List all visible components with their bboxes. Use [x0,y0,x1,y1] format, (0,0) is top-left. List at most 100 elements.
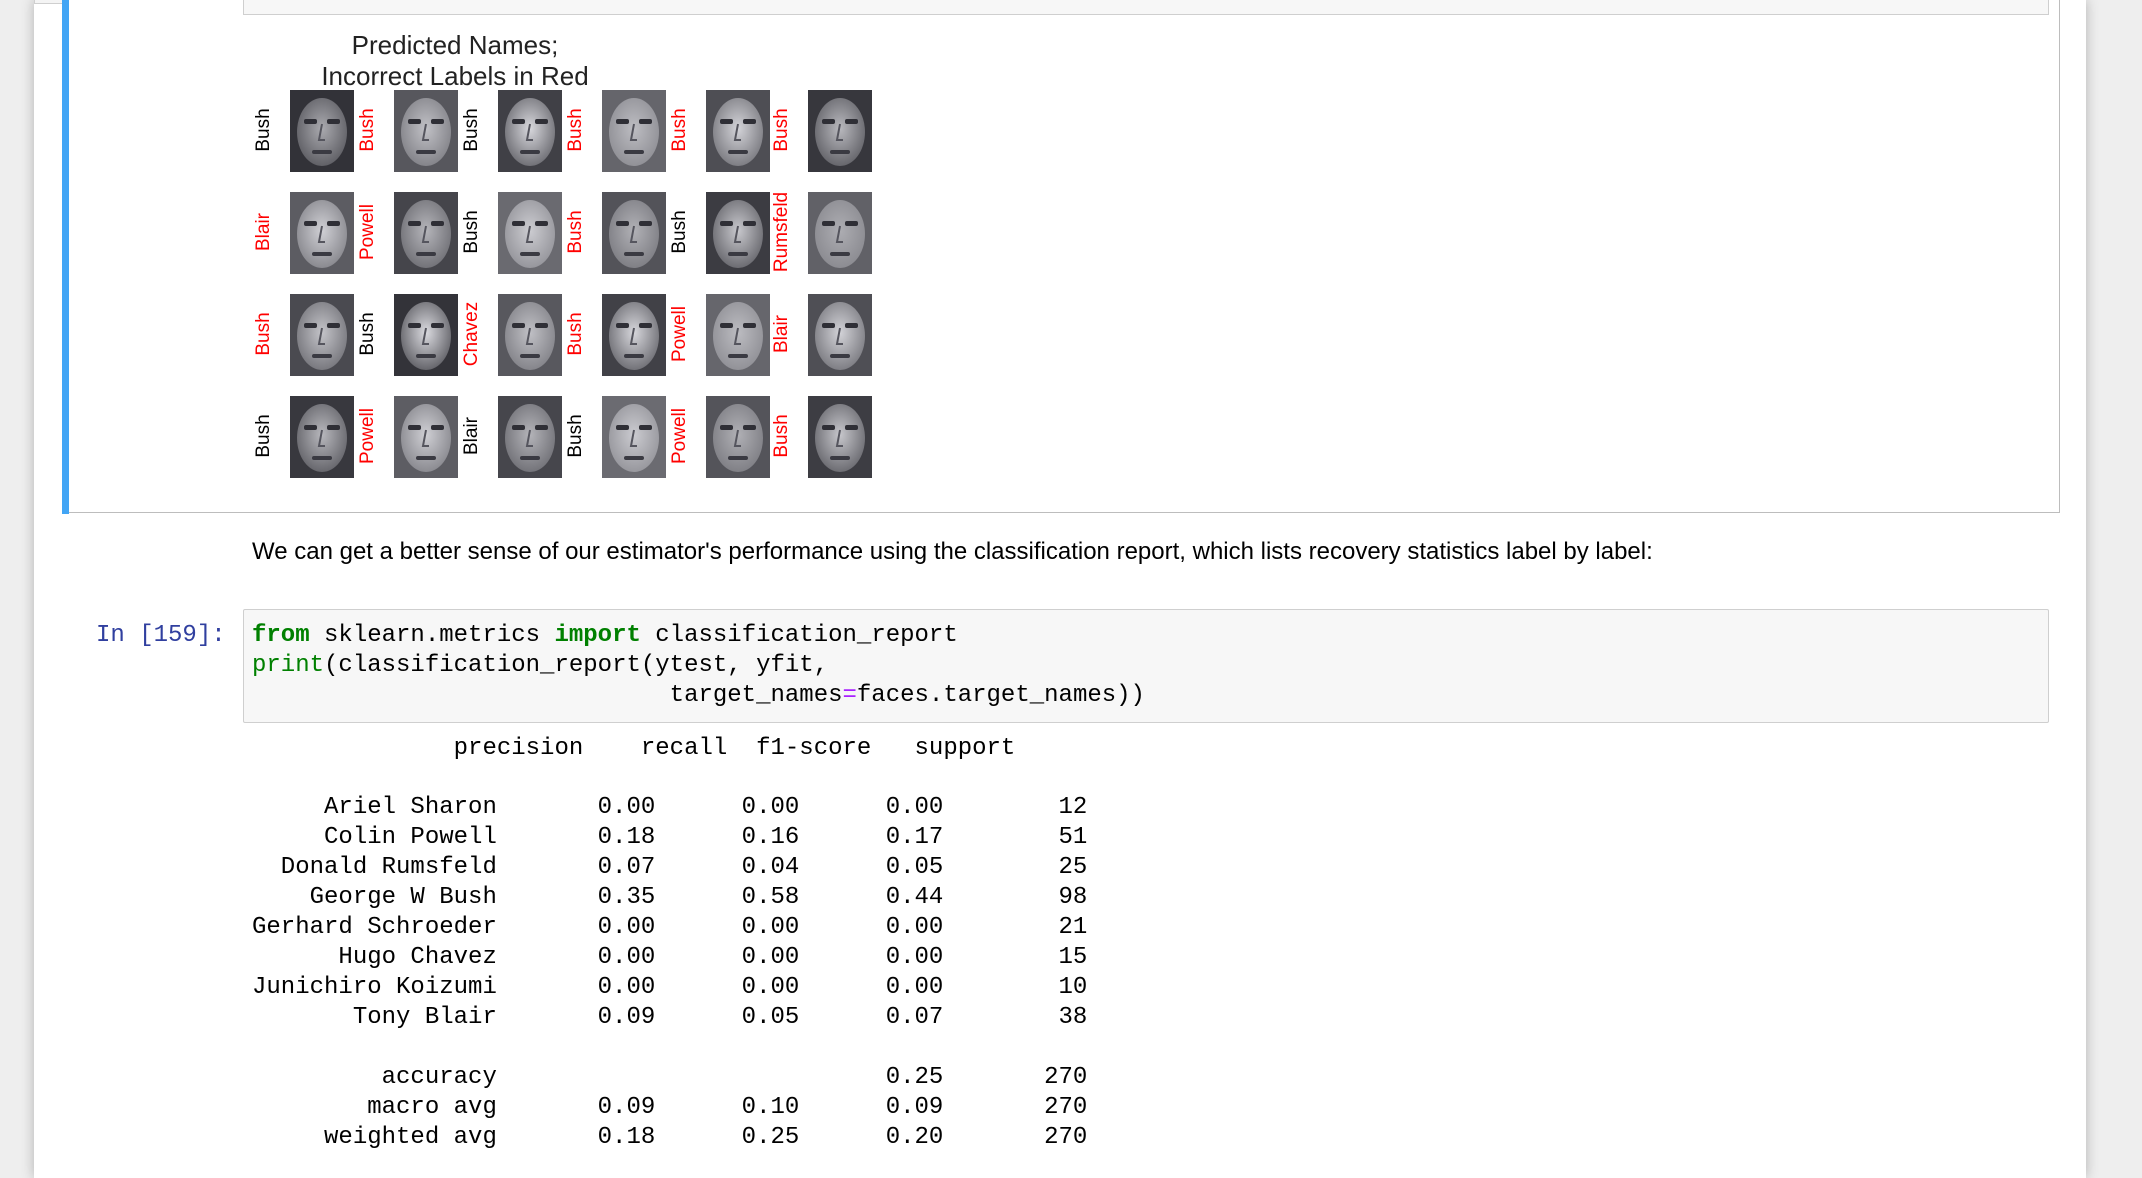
markdown-text: We can get a better sense of our estimat… [252,538,1653,565]
cell-selection-indicator [62,0,69,514]
face-label-text: Powell [669,306,690,362]
face-image [602,192,666,274]
face-image [706,192,770,274]
face-label-text: Bush [253,312,274,356]
face-label: Bush [244,284,284,384]
face-image [290,294,354,376]
face-label-text: Blair [253,212,274,252]
face-label: Bush [348,284,388,384]
code-line-2: print(classification_report(ytest, yfit, [252,652,828,679]
face-label: Bush [762,386,802,486]
face-label-text: Bush [669,210,690,254]
face-label: Bush [660,80,700,180]
face-image [602,396,666,478]
cell-prompt: In [159]: [96,622,226,649]
face-label-text: Blair [461,416,482,456]
face-image [808,90,872,172]
face-label-text: Rumsfeld [771,191,792,273]
face-label-text: Bush [771,414,792,458]
report-row: Tony Blair 0.09 0.05 0.07 38 [252,1004,1088,1031]
code-text: (classification_report(ytest, yfit, [324,652,829,679]
face-label-text: Bush [461,210,482,254]
face-image [498,294,562,376]
face-image [602,294,666,376]
face-label: Bush [556,182,596,282]
face-label: Bush [762,80,802,180]
report-header: precision recall f1-score support [252,735,1016,762]
face-image [290,396,354,478]
operator-equals: = [842,682,857,709]
face-label: Blair [244,182,284,282]
face-image [808,294,872,376]
face-label: Bush [556,80,596,180]
face-label: Blair [762,284,802,384]
report-row: Hugo Chavez 0.00 0.00 0.00 15 [252,944,1088,971]
face-label: Rumsfeld [762,182,802,282]
face-image [394,192,458,274]
face-image [706,396,770,478]
face-label: Bush [556,386,596,486]
report-row: Colin Powell 0.18 0.16 0.17 51 [252,824,1088,851]
face-label-text: Chavez [461,301,482,367]
code-text: classification_report [640,622,958,649]
keyword-from: from [252,622,310,649]
code-line-3: target_names=faces.target_names)) [252,682,1145,709]
code-input[interactable]: from sklearn.metrics import classificati… [243,609,2049,723]
face-label: Powell [348,386,388,486]
report-summary-row: macro avg 0.09 0.10 0.09 270 [252,1094,1088,1121]
face-image [394,396,458,478]
report-row: Ariel Sharon 0.00 0.00 0.00 12 [252,794,1088,821]
face-label-text: Blair [771,314,792,354]
face-label: Bush [348,80,388,180]
keyword-import: import [554,622,641,649]
code-text: faces.target_names)) [856,682,1145,709]
face-label-text: Bush [565,414,586,458]
face-label-text: Bush [357,108,378,152]
report-summary-row: weighted avg 0.18 0.25 0.20 270 [252,1124,1088,1151]
code-text: sklearn.metrics [309,622,555,649]
face-label: Blair [452,386,492,486]
face-label: Bush [660,182,700,282]
face-image [706,90,770,172]
face-image [394,90,458,172]
face-label-text: Bush [669,108,690,152]
face-image [498,192,562,274]
face-image [808,192,872,274]
face-label: Bush [244,80,284,180]
builtin-print: print [252,652,325,679]
report-row: Donald Rumsfeld 0.07 0.04 0.05 25 [252,854,1088,881]
face-label: Powell [660,386,700,486]
face-label-text: Bush [771,108,792,152]
report-row: Gerhard Schroeder 0.00 0.00 0.00 21 [252,914,1088,941]
report-row: George W Bush 0.35 0.58 0.44 98 [252,884,1088,911]
face-label: Powell [348,182,388,282]
face-label-text: Powell [669,408,690,464]
face-image [394,294,458,376]
face-label-text: Bush [253,414,274,458]
face-label: Powell [660,284,700,384]
face-label-text: Bush [253,108,274,152]
face-label-text: Bush [565,210,586,254]
face-image [498,396,562,478]
previous-input-area[interactable] [243,0,2049,15]
face-label-text: Bush [461,108,482,152]
face-label: Chavez [452,284,492,384]
face-label-text: Bush [565,108,586,152]
report-summary-row: accuracy 0.25 270 [252,1064,1088,1091]
face-image [498,90,562,172]
face-label-text: Bush [565,312,586,356]
face-image [706,294,770,376]
face-image [602,90,666,172]
face-image [290,90,354,172]
face-image [290,192,354,274]
face-label: Bush [556,284,596,384]
figure-title: Predicted Names; Incorrect Labels in Red [321,30,589,91]
code-line-1: from sklearn.metrics import classificati… [252,622,958,649]
face-label: Bush [452,182,492,282]
face-label-text: Powell [357,408,378,464]
face-image [808,396,872,478]
face-label: Bush [452,80,492,180]
face-label: Bush [244,386,284,486]
face-label-text: Bush [357,312,378,356]
code-text: target_names [252,682,843,709]
